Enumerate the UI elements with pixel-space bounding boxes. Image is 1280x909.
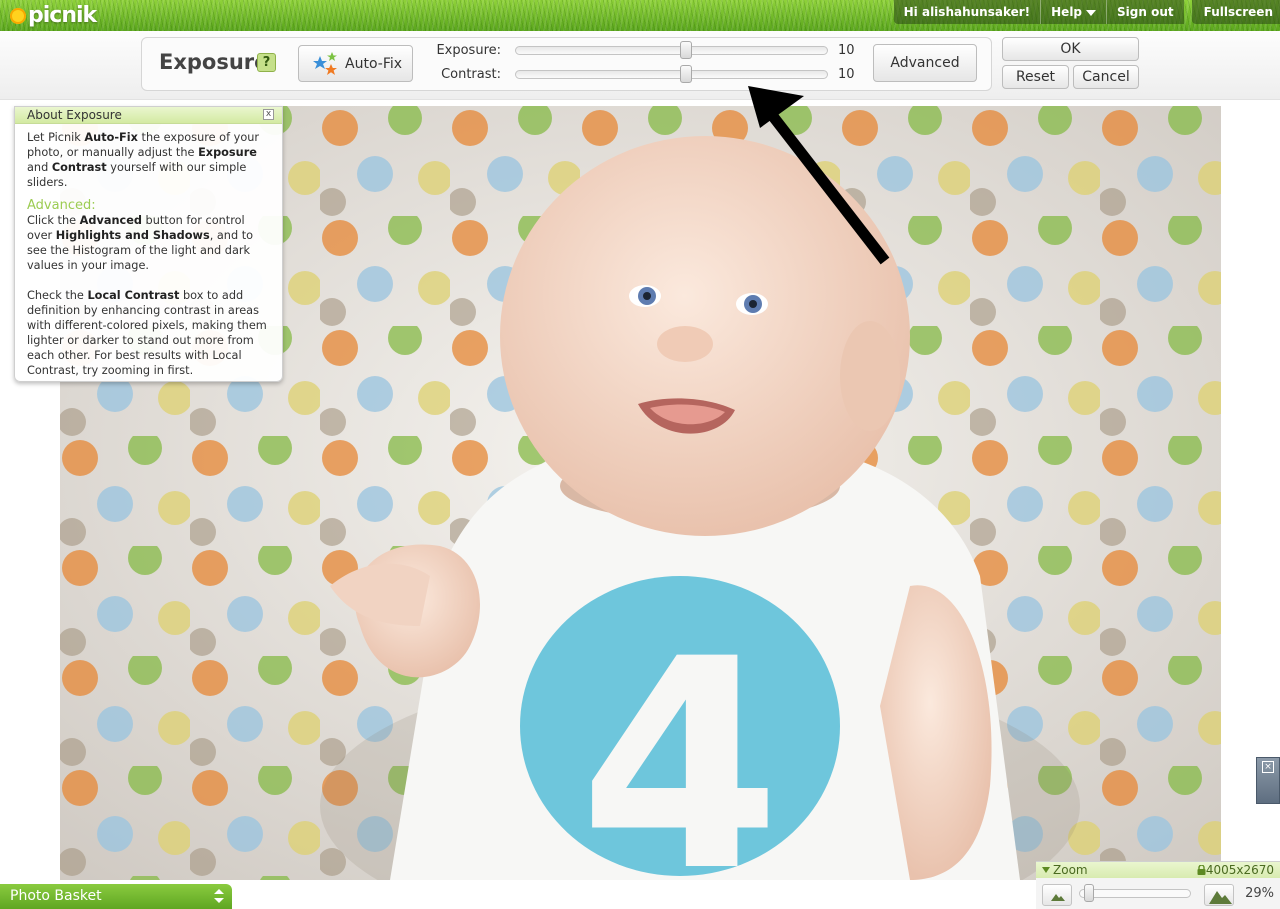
about-panel-header: About Exposure x: [15, 107, 282, 124]
annotation-arrow-icon: [748, 86, 890, 265]
contrast-slider-thumb[interactable]: [680, 65, 692, 83]
close-icon[interactable]: x: [263, 109, 274, 120]
mountain-large-icon: [1209, 891, 1232, 904]
help-menu[interactable]: Help: [1040, 0, 1107, 24]
advanced-heading: Advanced:: [27, 198, 96, 213]
greeting-link[interactable]: Hi alishahunsaker!: [893, 0, 1041, 24]
side-panel-widget[interactable]: ×: [1256, 757, 1280, 804]
reset-button[interactable]: Reset: [1002, 65, 1069, 89]
collapse-triangle-icon[interactable]: [1042, 867, 1050, 873]
expand-arrows-icon[interactable]: [214, 889, 224, 903]
lock-icon: [1197, 865, 1206, 875]
about-paragraph-1: Let Picnik Auto-Fix the exposure of your…: [27, 131, 260, 189]
photo-basket-label: Photo Basket: [10, 888, 102, 904]
close-icon[interactable]: ×: [1262, 761, 1274, 773]
zoom-slider-thumb[interactable]: [1084, 884, 1094, 902]
stars-icon: [313, 52, 337, 75]
sign-out-link[interactable]: Sign out: [1106, 0, 1184, 24]
top-bar: picnik Hi alishahunsaker! Help Sign out …: [0, 0, 1280, 31]
tool-title: Exposure: [159, 50, 269, 74]
exposure-slider-label: Exposure:: [436, 43, 501, 58]
tool-strip: Exposure ? Auto-Fix Exposure: 10 Contras…: [0, 31, 1280, 100]
about-panel-body: Let Picnik Auto-Fix the exposure of your…: [15, 124, 282, 378]
sun-icon: [10, 7, 26, 24]
ok-button[interactable]: OK: [1002, 37, 1139, 61]
zoom-header[interactable]: Zoom 4005x2670: [1036, 862, 1280, 878]
auto-fix-button[interactable]: Auto-Fix: [298, 45, 413, 82]
help-question-icon[interactable]: ?: [257, 53, 276, 72]
account-links: Hi alishahunsaker! Help Sign out Fullscr…: [893, 0, 1280, 24]
zoom-in-button[interactable]: [1204, 884, 1234, 906]
logo-text: picnik: [28, 3, 97, 28]
contrast-slider-label: Contrast:: [441, 67, 501, 82]
fullscreen-button[interactable]: Fullscreen: [1191, 0, 1280, 24]
auto-fix-label: Auto-Fix: [345, 56, 403, 72]
zoom-out-button[interactable]: [1042, 884, 1072, 906]
picnik-app: picnik Hi alishahunsaker! Help Sign out …: [0, 0, 1280, 909]
exposure-slider[interactable]: [515, 41, 828, 59]
about-paragraph-2: Click the Advanced button for control ov…: [27, 214, 254, 272]
zoom-panel: Zoom 4005x2670 29%: [1036, 861, 1280, 909]
zoom-percent: 29%: [1245, 886, 1274, 901]
cancel-button[interactable]: Cancel: [1073, 65, 1139, 89]
about-exposure-panel: About Exposure x Let Picnik Auto-Fix the…: [14, 106, 283, 382]
exposure-slider-thumb[interactable]: [680, 41, 692, 59]
about-panel-title: About Exposure: [27, 108, 122, 122]
image-dimensions: 4005x2670: [1205, 863, 1274, 877]
picnik-logo[interactable]: picnik: [10, 3, 97, 28]
photo-basket-bar[interactable]: Photo Basket: [0, 884, 232, 909]
mountain-small-icon: [1051, 894, 1065, 901]
shirt-number: 4: [579, 598, 781, 880]
chevron-down-icon: [1086, 9, 1097, 16]
zoom-label: Zoom: [1053, 863, 1088, 877]
help-label: Help: [1051, 5, 1083, 19]
zoom-slider[interactable]: [1079, 884, 1191, 902]
about-paragraph-3: Check the Local Contrast box to add defi…: [27, 289, 267, 377]
exposure-value: 10: [838, 43, 855, 58]
